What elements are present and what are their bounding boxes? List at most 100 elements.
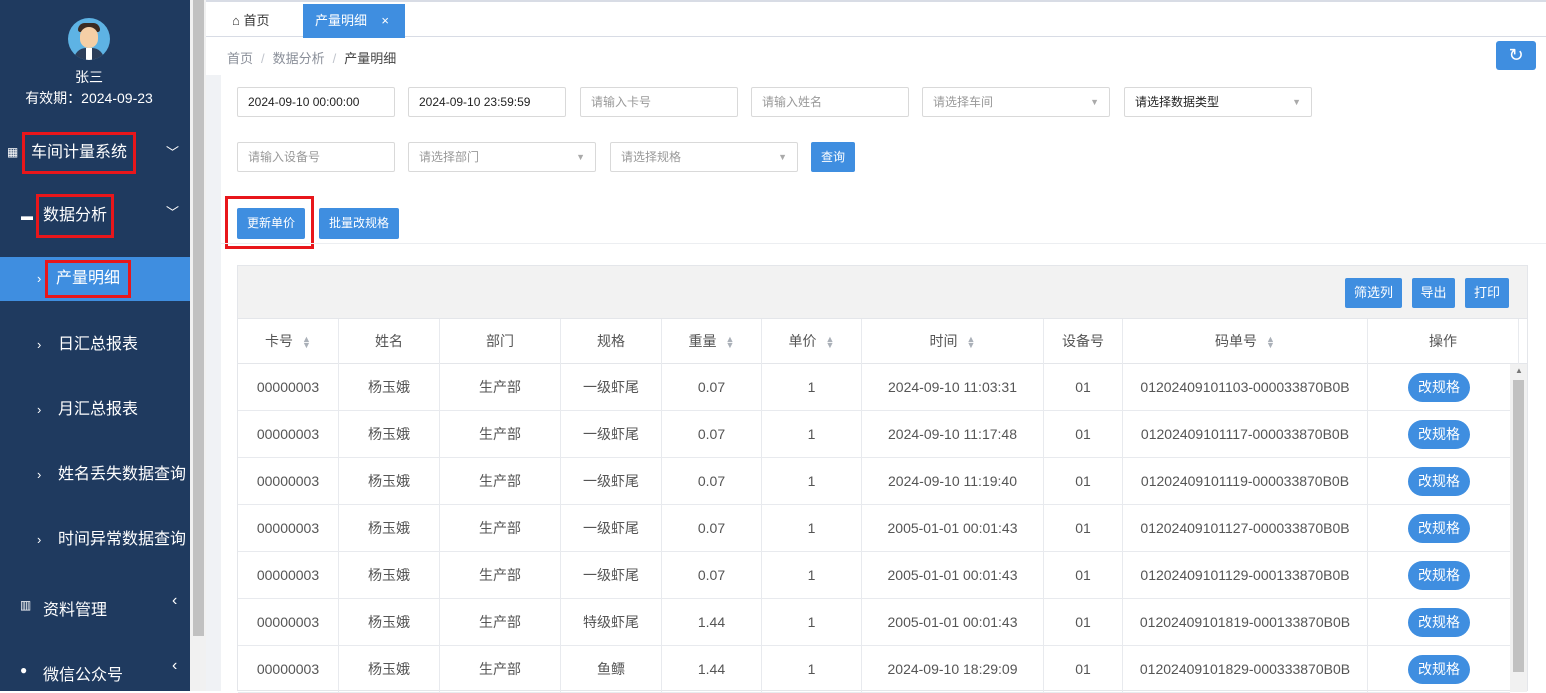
batch-change-spec-button[interactable]: 批量改规格 <box>319 208 399 239</box>
cell-time: 2024-09-10 18:29:09 <box>862 646 1044 692</box>
end-time-input[interactable]: 2024-09-10 23:59:59 <box>408 87 566 117</box>
sort-icon[interactable]: ▲ ▼ <box>726 335 735 350</box>
cell-dept: 生产部 <box>440 505 561 551</box>
cell-time: 2005-01-01 00:01:43 <box>862 599 1044 645</box>
cell-action: 改规格 <box>1368 411 1510 457</box>
breadcrumb-separator: / <box>332 51 337 66</box>
filter-columns-button[interactable]: 筛选列 <box>1345 278 1402 308</box>
dropdown-arrow-icon: ▼ <box>576 152 585 162</box>
cell-price: 1 <box>762 505 862 551</box>
menu-data-analysis[interactable]: ▬ 数据分析 ﹀ <box>0 194 190 238</box>
sort-icon[interactable]: ▲ ▼ <box>967 335 976 350</box>
sidebar: 张三 有效期：2024-09-23 ▦ 车间计量系统 ﹀ ▬ 数据分析 ﹀ › … <box>0 0 190 691</box>
cell-weight: 0.07 <box>662 552 762 598</box>
sidebar-item-time-anomaly[interactable]: › 时间异常数据查询 <box>0 518 190 562</box>
breadcrumb-separator: / <box>261 51 265 66</box>
user-name: 张三 <box>75 69 103 85</box>
sort-icon[interactable]: ▲ ▼ <box>826 335 835 350</box>
cell-device: 01 <box>1044 552 1123 598</box>
column-header-price[interactable]: 单价 ▲ ▼ <box>762 319 862 364</box>
table-header: 卡号 ▲ ▼ 姓名 部门 规格 重量 ▲ ▼ 单价 ▲ ▼ 时间 ▲ ▼ 设备号 码单号 ▲ ▼ 操… <box>238 318 1527 364</box>
sort-icon[interactable]: ▲ ▼ <box>302 335 311 350</box>
cell-price: 1 <box>762 458 862 504</box>
column-header-card[interactable]: 卡号 ▲ ▼ <box>238 319 339 364</box>
change-spec-button[interactable]: 改规格 <box>1408 467 1470 496</box>
query-button[interactable]: 查询 <box>811 142 855 172</box>
cell-device: 01 <box>1044 646 1123 692</box>
column-header-weight[interactable]: 重量 ▲ ▼ <box>662 319 762 364</box>
cell-dept: 生产部 <box>440 411 561 457</box>
select-placeholder: 请选择规格 <box>621 150 682 164</box>
monitor-icon: ▬ <box>21 209 33 223</box>
menu-data-management[interactable]: ▥ 资料管理 ‹ <box>0 590 190 622</box>
update-price-button[interactable]: 更新单价 <box>237 208 305 239</box>
export-button[interactable]: 导出 <box>1412 278 1455 308</box>
change-spec-button[interactable]: 改规格 <box>1408 655 1470 684</box>
department-select[interactable]: 请选择部门 ▼ <box>408 142 596 172</box>
sort-icon[interactable]: ▲ ▼ <box>1266 335 1275 350</box>
breadcrumb-home[interactable]: 首页 <box>227 51 253 66</box>
column-header-label: 时间 <box>929 333 958 349</box>
refresh-button[interactable]: ↻ <box>1496 41 1536 70</box>
menu-workshop-system[interactable]: ▦ 车间计量系统 ﹀ <box>0 132 190 174</box>
sidebar-item-daily-report[interactable]: › 日汇总报表 <box>0 323 190 367</box>
wechat-icon: ● <box>20 663 28 677</box>
datatype-select[interactable]: 请选择数据类型 ▼ <box>1124 87 1312 117</box>
user-avatar[interactable] <box>68 18 110 60</box>
user-expiry: 有效期：2024-09-23 <box>25 90 153 106</box>
cell-action: 改规格 <box>1368 646 1510 692</box>
card-number-input[interactable]: 请输入卡号 <box>580 87 738 117</box>
scroll-up-icon[interactable]: ▲ <box>1515 366 1523 375</box>
chevron-right-icon: › <box>37 402 42 417</box>
breadcrumb-section[interactable]: 数据分析 <box>273 51 325 66</box>
start-time-input[interactable]: 2024-09-10 00:00:00 <box>237 87 395 117</box>
cell-name: 杨玉娥 <box>339 364 440 410</box>
breadcrumb-bar: 首页 / 数据分析 / 产量明细 ↻ <box>206 37 1546 75</box>
avatar-shirt <box>86 48 92 60</box>
workshop-select[interactable]: 请选择车间 ▼ <box>922 87 1110 117</box>
table-scrollbar-thumb[interactable] <box>1513 380 1524 672</box>
table-row: 00000003 杨玉娥 生产部 一级虾尾 0.07 1 2005-01-01 … <box>238 505 1510 552</box>
column-header-time[interactable]: 时间 ▲ ▼ <box>862 319 1044 364</box>
cell-spec: 特级虾尾 <box>561 599 662 645</box>
cell-card: 00000003 <box>238 458 339 504</box>
content-area: 2024-09-10 00:00:00 2024-09-10 23:59:59 … <box>206 75 1546 693</box>
change-spec-button[interactable]: 改规格 <box>1408 420 1470 449</box>
sidebar-item-monthly-report[interactable]: › 月汇总报表 <box>0 388 190 432</box>
change-spec-button[interactable]: 改规格 <box>1408 608 1470 637</box>
sidebar-scrollbar-thumb[interactable] <box>193 0 204 636</box>
change-spec-button[interactable]: 改规格 <box>1408 373 1470 402</box>
name-input[interactable]: 请输入姓名 <box>751 87 909 117</box>
device-number-input[interactable]: 请输入设备号 <box>237 142 395 172</box>
sidebar-item-missing-name[interactable]: › 姓名丢失数据查询 <box>0 453 190 497</box>
cell-spec: 一级虾尾 <box>561 505 662 551</box>
table-row: 00000003 杨玉娥 生产部 一级虾尾 0.07 1 2024-09-10 … <box>238 364 1510 411</box>
print-button[interactable]: 打印 <box>1465 278 1509 308</box>
cell-device: 01 <box>1044 458 1123 504</box>
cell-card: 00000003 <box>238 552 339 598</box>
spec-select[interactable]: 请选择规格 ▼ <box>610 142 798 172</box>
cell-spec: 一级虾尾 <box>561 458 662 504</box>
sidebar-item-output-detail[interactable]: › 产量明细 <box>0 257 190 301</box>
cell-action: 改规格 <box>1368 599 1510 645</box>
column-header-code[interactable]: 码单号 ▲ ▼ <box>1123 319 1368 364</box>
close-icon[interactable]: × <box>381 4 389 38</box>
cell-card: 00000003 <box>238 646 339 692</box>
avatar-face <box>80 27 98 48</box>
cell-device: 01 <box>1044 364 1123 410</box>
tab-output-detail[interactable]: 产量明细 × <box>303 4 405 38</box>
cell-dept: 生产部 <box>440 364 561 410</box>
cell-price: 1 <box>762 646 862 692</box>
change-spec-button[interactable]: 改规格 <box>1408 514 1470 543</box>
cell-price: 1 <box>762 411 862 457</box>
change-spec-button[interactable]: 改规格 <box>1408 561 1470 590</box>
tab-home[interactable]: ⌂ 首页 <box>220 4 282 38</box>
select-placeholder: 请选择数据类型 <box>1135 95 1220 109</box>
dropdown-arrow-icon: ▼ <box>1090 97 1099 107</box>
chevron-right-icon: › <box>37 532 42 547</box>
sidebar-item-label: 日汇总报表 <box>58 336 139 353</box>
select-placeholder: 请选择部门 <box>419 150 480 164</box>
menu-wechat[interactable]: ● 微信公众号 ‹ <box>0 655 190 687</box>
column-header-label: 姓名 <box>375 333 403 349</box>
column-header-label: 卡号 <box>265 333 294 349</box>
